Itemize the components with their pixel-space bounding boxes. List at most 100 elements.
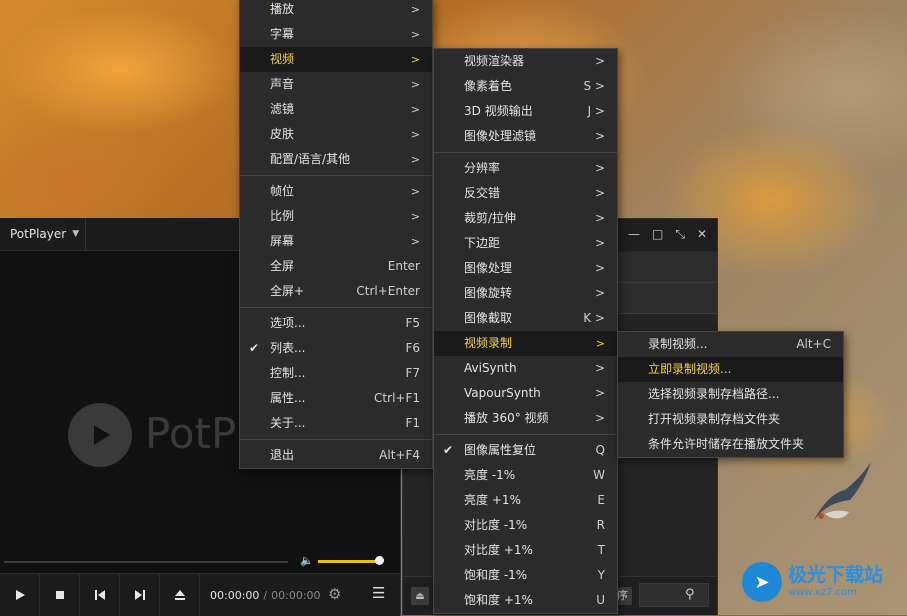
chevron-right-icon: > bbox=[410, 210, 420, 223]
minimize-icon[interactable]: — bbox=[628, 227, 640, 242]
menu-item-save-in-play-folder[interactable]: 条件允许时储存在播放文件夹 bbox=[618, 432, 843, 457]
menu-item-pixel-shader[interactable]: 像素着色 S > bbox=[434, 74, 617, 99]
menu-icon[interactable]: ☰ bbox=[372, 584, 385, 602]
volume-icon[interactable]: 🔈 bbox=[300, 554, 314, 567]
potplayer-logo-icon bbox=[68, 403, 132, 467]
menu-item-deinterlace[interactable]: 反交错 > bbox=[434, 181, 617, 206]
play-button[interactable] bbox=[0, 574, 40, 616]
watermark: ➤ 极光下载站 www.xz7.com bbox=[742, 562, 883, 602]
menu-item-avisynth[interactable]: AviSynth > bbox=[434, 356, 617, 381]
time-separator: / bbox=[263, 588, 268, 602]
app-menu-button[interactable]: PotPlayer ▼ bbox=[0, 218, 86, 250]
menu-item-properties[interactable]: 属性... Ctrl+F1 bbox=[240, 386, 432, 411]
menu-item-image-rotate[interactable]: 图像旋转 > bbox=[434, 281, 617, 306]
menu-item-brightness-up[interactable]: 亮度 +1% E bbox=[434, 488, 617, 513]
video-record-submenu: 录制视频... Alt+C 立即录制视频... 选择视频录制存档路径... 打开视… bbox=[617, 331, 844, 458]
menu-item-exit[interactable]: 退出 Alt+F4 bbox=[240, 443, 432, 468]
watermark-name: 极光下载站 bbox=[788, 564, 884, 586]
menu-item-saturation-down[interactable]: 饱和度 -1% Y bbox=[434, 563, 617, 588]
menu-item-brightness-down[interactable]: 亮度 -1% W bbox=[434, 463, 617, 488]
play-icon bbox=[15, 590, 25, 600]
chevron-down-icon: ▼ bbox=[72, 229, 80, 239]
previous-icon bbox=[94, 590, 105, 600]
menu-separator bbox=[240, 175, 432, 176]
menu-item-screen[interactable]: 屏幕 > bbox=[240, 229, 432, 254]
gear-icon[interactable]: ⚙ bbox=[328, 585, 341, 603]
time-current: 00:00:00 bbox=[210, 588, 260, 602]
fullscreen-icon[interactable]: ⤡ bbox=[675, 227, 685, 242]
menu-item-subtitle[interactable]: 字幕 > bbox=[240, 22, 432, 47]
menu-item-playlist[interactable]: ✔ 列表... F6 bbox=[240, 336, 432, 361]
menu-item-record-video[interactable]: 录制视频... Alt+C bbox=[618, 332, 843, 357]
menu-item-image-capture[interactable]: 图像截取 K > bbox=[434, 306, 617, 331]
watermark-url: www.xz7.com bbox=[788, 587, 857, 598]
menu-item-video[interactable]: 视频 > bbox=[240, 47, 432, 72]
close-icon[interactable]: ✕ bbox=[697, 227, 707, 242]
main-context-menu: 播放 > 字幕 > 视频 > 声音 > 滤镜 > 皮肤 > 配置/语言/其他 > 帧位 > 比例… bbox=[239, 0, 433, 469]
potplayer-logo-text: PotP bbox=[145, 409, 237, 458]
control-bar: 00:00:00 / 00:00:00 ⚙ ☰ bbox=[0, 573, 400, 616]
menu-item-record-now[interactable]: 立即录制视频... bbox=[618, 357, 843, 382]
menu-item-video-record[interactable]: 视频录制 > bbox=[434, 331, 617, 356]
menu-item-play[interactable]: 播放 > bbox=[240, 0, 432, 22]
menu-item-fullscreen[interactable]: 全屏 Enter bbox=[240, 254, 432, 279]
menu-item-about[interactable]: 关于... F1 bbox=[240, 411, 432, 436]
previous-button[interactable] bbox=[80, 574, 120, 616]
eject-icon bbox=[174, 590, 185, 600]
chevron-right-icon: > bbox=[410, 28, 420, 41]
menu-item-3d-output[interactable]: 3D 视频输出 J > bbox=[434, 99, 617, 124]
chevron-right-icon: > bbox=[410, 53, 420, 66]
menu-item-contrast-up[interactable]: 对比度 +1% T bbox=[434, 538, 617, 563]
menu-item-bottom-margin[interactable]: 下边距 > bbox=[434, 231, 617, 256]
maximize-icon[interactable]: □ bbox=[652, 227, 663, 242]
menu-item-360-video[interactable]: 播放 360° 视频 > bbox=[434, 406, 617, 431]
volume-slider[interactable] bbox=[318, 560, 379, 563]
chevron-right-icon: > bbox=[410, 128, 420, 141]
menu-item-crop-stretch[interactable]: 裁剪/拉伸 > bbox=[434, 206, 617, 231]
menu-item-skins[interactable]: 皮肤 > bbox=[240, 122, 432, 147]
chevron-right-icon: > bbox=[410, 153, 420, 166]
menu-separator bbox=[434, 152, 617, 153]
menu-item-resolution[interactable]: 分辨率 > bbox=[434, 156, 617, 181]
menu-item-choose-record-path[interactable]: 选择视频录制存档路径... bbox=[618, 382, 843, 407]
menu-item-image-filter[interactable]: 图像处理滤镜 > bbox=[434, 124, 617, 149]
checkmark-icon: ✔ bbox=[249, 341, 260, 355]
chevron-right-icon: > bbox=[410, 78, 420, 91]
eject-button[interactable] bbox=[160, 574, 200, 616]
menu-item-saturation-up[interactable]: 饱和度 +1% U bbox=[434, 588, 617, 613]
menu-item-config[interactable]: 配置/语言/其他 > bbox=[240, 147, 432, 172]
chevron-right-icon: > bbox=[410, 3, 420, 16]
menu-item-vapoursynth[interactable]: VapourSynth > bbox=[434, 381, 617, 406]
app-menu-label: PotPlayer bbox=[10, 227, 67, 241]
search-input[interactable] bbox=[639, 583, 709, 607]
menu-item-reset-image[interactable]: ✔ 图像属性复位 Q bbox=[434, 438, 617, 463]
search-icon[interactable]: ⚲ bbox=[685, 587, 695, 602]
menu-item-fullscreen-plus[interactable]: 全屏+ Ctrl+Enter bbox=[240, 279, 432, 304]
watermark-logo-icon: ➤ bbox=[742, 562, 782, 602]
window-buttons: — □ ⤡ ✕ bbox=[628, 227, 707, 242]
menu-item-open-record-folder[interactable]: 打开视频录制存档文件夹 bbox=[618, 407, 843, 432]
chevron-right-icon: > bbox=[410, 235, 420, 248]
menu-item-frame[interactable]: 帧位 > bbox=[240, 179, 432, 204]
chevron-right-icon: > bbox=[410, 185, 420, 198]
seek-row: 🔈 bbox=[0, 553, 400, 573]
eject-icon[interactable]: ⏏ bbox=[411, 587, 429, 605]
menu-item-ratio[interactable]: 比例 > bbox=[240, 204, 432, 229]
menu-item-video-renderer[interactable]: 视频渲染器 > bbox=[434, 49, 617, 74]
next-button[interactable] bbox=[120, 574, 160, 616]
menu-item-control[interactable]: 控制... F7 bbox=[240, 361, 432, 386]
seek-bar[interactable] bbox=[4, 561, 288, 563]
menu-item-contrast-down[interactable]: 对比度 -1% R bbox=[434, 513, 617, 538]
video-submenu: 视频渲染器 > 像素着色 S > 3D 视频输出 J > 图像处理滤镜 > 分辨率 > 反… bbox=[433, 48, 618, 614]
next-icon bbox=[134, 590, 145, 600]
menu-item-options[interactable]: 选项... F5 bbox=[240, 311, 432, 336]
menu-item-filters[interactable]: 滤镜 > bbox=[240, 97, 432, 122]
volume-knob[interactable] bbox=[375, 556, 384, 565]
menu-item-audio[interactable]: 声音 > bbox=[240, 72, 432, 97]
time-total: 00:00:00 bbox=[271, 588, 321, 602]
stop-button[interactable] bbox=[40, 574, 80, 616]
menu-item-image-processing[interactable]: 图像处理 > bbox=[434, 256, 617, 281]
menu-separator bbox=[240, 307, 432, 308]
stop-icon bbox=[55, 591, 64, 599]
checkmark-icon: ✔ bbox=[443, 443, 454, 457]
